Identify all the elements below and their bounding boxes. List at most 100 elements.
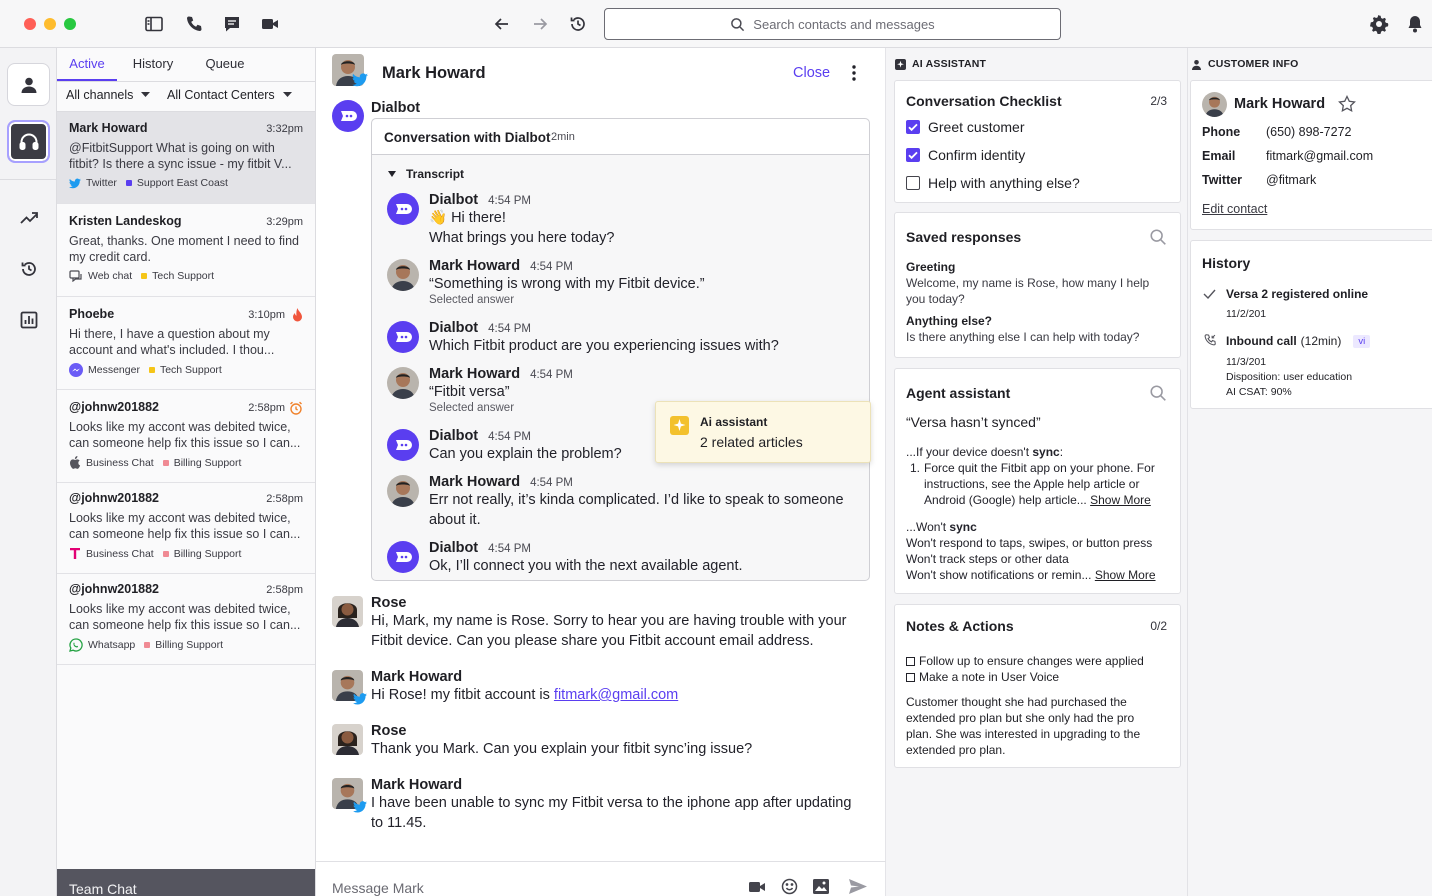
agent-query: “Versa hasn’t synced” <box>906 414 1041 430</box>
message-time: 4:54 PM <box>488 323 531 335</box>
send-icon[interactable] <box>849 879 867 894</box>
search-placeholder: Search contacts and messages <box>753 16 935 32</box>
show-more-link[interactable]: Show More <box>1095 568 1156 582</box>
dialbot-avatar-icon <box>387 541 419 573</box>
contact-card: Mark Howard Phone (650) 898-7272 Email f… <box>1190 80 1432 230</box>
rose-avatar <box>332 596 363 627</box>
conversation-time: 2:58pm <box>266 584 303 596</box>
action-item[interactable]: Make a note in User Voice <box>906 670 1059 684</box>
tab-active[interactable]: Active <box>57 48 117 81</box>
email-label: Email <box>1202 149 1236 163</box>
checklist-item[interactable]: Greet customer <box>906 119 1024 135</box>
email-link[interactable]: fitmark@gmail.com <box>554 687 678 703</box>
checklist-item-label: Greet customer <box>928 119 1025 135</box>
email-value: fitmark@gmail.com <box>1266 149 1374 163</box>
twitter-icon <box>69 178 81 189</box>
message-sender: Dialbot <box>429 540 479 556</box>
agent-desk-nav-button[interactable] <box>7 120 50 163</box>
action-item[interactable]: Follow up to ensure changes were applied <box>906 654 1144 668</box>
phone-icon[interactable] <box>184 14 204 34</box>
close-conversation-button[interactable]: Close <box>793 65 830 81</box>
dialbot-label: Dialbot <box>371 100 421 116</box>
transcript-label: Transcript <box>406 167 465 181</box>
team-chat-bar[interactable]: Team Chat <box>57 869 315 896</box>
history-nav-button[interactable] <box>7 247 50 290</box>
chat-message: Mark Howard Hi Rose! my fitbit account i… <box>371 669 678 705</box>
ai-assistant-popup[interactable]: Ai assistant 2 related articles <box>655 401 871 463</box>
checklist-item[interactable]: Help with anything else? <box>906 175 1080 191</box>
reports-nav-button[interactable] <box>7 298 50 341</box>
message-text: “Fitbit versa” <box>429 384 510 400</box>
video-icon[interactable] <box>260 14 280 34</box>
search-icon[interactable] <box>1149 384 1167 402</box>
checklist-title: Conversation Checklist <box>906 93 1062 109</box>
more-options-icon[interactable] <box>851 64 857 82</box>
video-call-icon[interactable] <box>749 880 766 893</box>
chevron-down-icon <box>282 92 292 98</box>
twitter-badge-icon <box>353 693 367 705</box>
person-icon <box>1191 59 1202 70</box>
edit-contact-link[interactable]: Edit contact <box>1202 202 1267 216</box>
history-item[interactable]: Inbound call (12min) vi <box>1226 334 1371 348</box>
history-icon[interactable] <box>568 14 588 34</box>
maximize-window-button[interactable] <box>64 18 76 30</box>
minimize-window-button[interactable] <box>44 18 56 30</box>
emoji-icon[interactable] <box>781 878 798 895</box>
star-icon[interactable] <box>1338 95 1356 113</box>
message-sender: Rose <box>371 595 407 611</box>
contact-center-filter-dropdown[interactable]: All Contact Centers <box>167 88 292 102</box>
message-time: 4:54 PM <box>530 369 573 381</box>
search-icon[interactable] <box>1149 228 1167 246</box>
note-text[interactable]: Customer thought she had purchased the e… <box>906 694 1162 758</box>
settings-gear-icon[interactable] <box>1369 14 1389 34</box>
checklist-item-label: Help with anything else? <box>928 175 1080 191</box>
ai-popup-title: Ai assistant <box>700 415 768 429</box>
analytics-nav-button[interactable] <box>7 196 50 239</box>
checklist-item[interactable]: Confirm identity <box>906 147 1025 163</box>
saved-response-item[interactable]: Greeting Welcome, my name is Rose, how m… <box>906 259 1171 345</box>
apple-icon <box>69 456 81 469</box>
show-more-link[interactable]: Show More <box>1090 493 1151 507</box>
conversation-item[interactable]: Kristen Landeskog 3:29pm Great, thanks. … <box>57 205 315 297</box>
image-attach-icon[interactable] <box>813 879 829 894</box>
message-input[interactable]: Message Mark <box>332 880 732 896</box>
queue-color-marker <box>162 550 169 557</box>
back-arrow-icon[interactable] <box>492 14 512 34</box>
customer-info-panel: CUSTOMER INFO Mark Howard Phone (650) 89… <box>1188 48 1432 896</box>
conversation-item[interactable]: Phoebe 3:10pm Hi there, I have a questio… <box>57 298 315 390</box>
chat-message: Rose Thank you Mark. Can you explain you… <box>371 723 752 759</box>
close-window-button[interactable] <box>24 18 36 30</box>
contacts-nav-button[interactable] <box>7 63 50 106</box>
conversation-time: 2:58pm <box>248 402 285 414</box>
search-input[interactable]: Search contacts and messages <box>604 8 1061 40</box>
article-result[interactable]: ...Won't sync Won't respond to taps, swi… <box>906 519 1174 583</box>
flame-icon <box>292 308 303 322</box>
notification-bell-icon[interactable] <box>1405 14 1425 34</box>
queue-color-marker <box>162 459 169 466</box>
conversation-item[interactable]: @johnw201882 2:58pm Looks like my accont… <box>57 482 315 574</box>
history-item-title[interactable]: Versa 2 registered online <box>1226 287 1368 301</box>
sidebar-toggle-icon[interactable] <box>144 14 164 34</box>
forward-arrow-icon[interactable] <box>530 14 550 34</box>
ai-assistant-header: AI ASSISTANT <box>895 58 986 70</box>
message-text: Ok, I’ll connect you with the next avail… <box>429 558 743 574</box>
message-time: 4:54 PM <box>488 195 531 207</box>
channel-label: Business Chat <box>86 456 154 469</box>
tab-history[interactable]: History <box>130 48 176 81</box>
saved-responses-title: Saved responses <box>906 229 1022 245</box>
alarm-clock-icon <box>289 401 303 415</box>
sparkle-box-icon <box>895 58 906 70</box>
transcript-toggle[interactable]: Transcript <box>388 167 464 181</box>
conversation-item[interactable]: Mark Howard 3:32pm @FitbitSupport What i… <box>57 112 315 204</box>
article-result[interactable]: ...If your device doesn't sync: 1. Force … <box>906 444 1174 508</box>
conversation-item[interactable]: @johnw201882 2:58pm Looks like my accont… <box>57 573 315 665</box>
channel-filter-dropdown[interactable]: All channels <box>66 88 151 102</box>
tab-queue[interactable]: Queue <box>201 48 249 81</box>
chat-icon[interactable] <box>222 14 242 34</box>
conversation-item[interactable]: @johnw201882 2:58pm Looks like my accont… <box>57 391 315 483</box>
customer-info-header: CUSTOMER INFO <box>1191 58 1299 70</box>
message-text: Hi Rose! my fitbit account is <box>371 687 554 703</box>
vi-badge: vi <box>1353 334 1371 348</box>
history-card: History Versa 2 registered online 11/2/2… <box>1190 240 1432 409</box>
person-icon <box>19 75 39 95</box>
